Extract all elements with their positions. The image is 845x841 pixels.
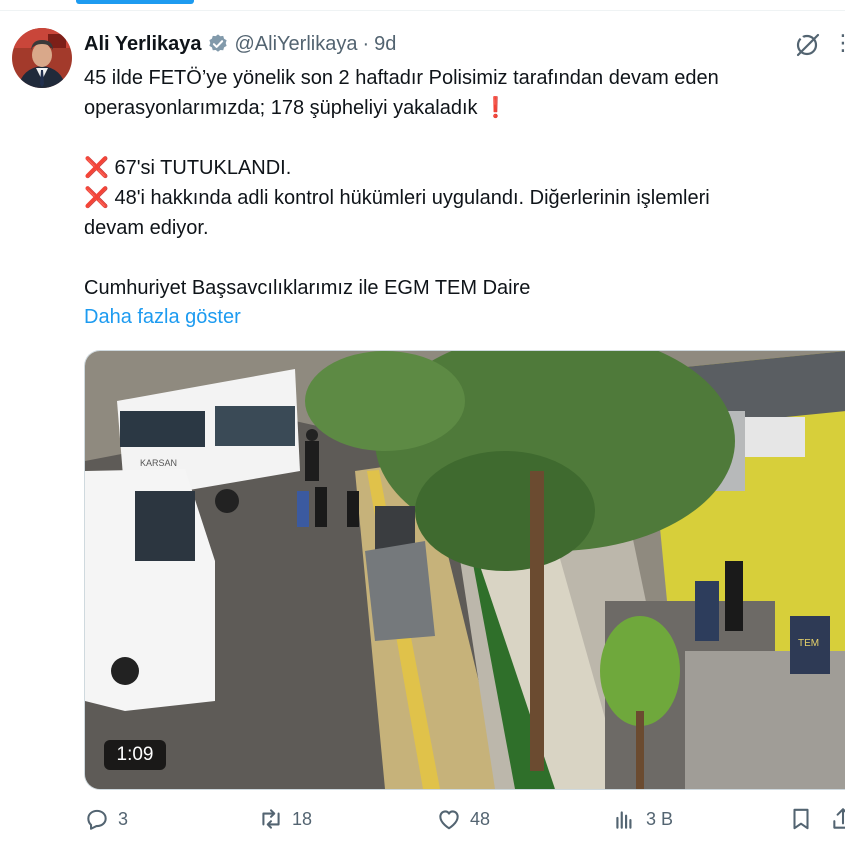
like-count: 48 — [470, 808, 491, 829]
bus-label: KARSAN — [140, 458, 177, 468]
tweet-line: operasyonlarımızda; 178 şüpheliyi yakala… — [84, 97, 509, 119]
more-icon[interactable]: ⋮ — [832, 30, 845, 56]
views-count: 3 B — [646, 808, 674, 829]
vest-label: TEM — [798, 638, 819, 649]
tweet-text: 45 ilde FETÖ’ye yönelik son 2 haftadır P… — [84, 63, 829, 303]
bookmark-button[interactable] — [788, 806, 814, 832]
timeline-tab-bar — [0, 0, 845, 11]
tweet-line: devam ediyor. — [84, 217, 209, 239]
avatar-image — [12, 28, 72, 88]
verified-badge-icon — [208, 34, 227, 52]
active-tab-indicator — [76, 0, 194, 4]
views-icon — [616, 811, 632, 829]
repost-icon — [262, 809, 280, 829]
share-icon — [833, 808, 845, 829]
timestamp[interactable]: 9d — [374, 33, 396, 56]
grok-icon[interactable] — [794, 31, 822, 59]
video-thumbnail: KARSAN TEM — [85, 351, 845, 789]
tweet-line: 45 ilde FETÖ’ye yönelik son 2 haftadır P… — [84, 67, 719, 89]
tweet-line: ❌ 48'i hakkında adli kontrol hükümleri u… — [84, 187, 710, 209]
tweet-header: Ali Yerlikaya @AliYerlikaya · 9d — [84, 31, 396, 57]
share-button[interactable] — [830, 806, 845, 832]
repost-count: 18 — [292, 808, 313, 829]
video-duration: 1:09 — [104, 740, 166, 770]
show-more-link[interactable]: Daha fazla göster — [84, 302, 241, 332]
bookmark-icon — [793, 808, 809, 830]
reply-count: 3 — [118, 808, 129, 829]
author-handle[interactable]: @AliYerlikaya — [235, 33, 358, 56]
tweet-line: ❌ 67'si TUTUKLANDI. — [84, 157, 292, 179]
repost-button[interactable]: 18 — [258, 806, 312, 832]
like-button[interactable]: 48 — [436, 806, 490, 832]
video-player[interactable]: KARSAN TEM — [84, 350, 845, 790]
like-icon — [439, 810, 459, 830]
author-name[interactable]: Ali Yerlikaya — [84, 33, 202, 56]
reply-icon — [87, 809, 107, 830]
reply-button[interactable]: 3 — [84, 806, 128, 832]
action-bar: 3 18 48 3 B — [84, 806, 845, 840]
avatar[interactable] — [12, 28, 72, 88]
views-button[interactable]: 3 B — [612, 806, 673, 832]
separator-dot: · — [362, 32, 370, 55]
tweet-line: Cumhuriyet Başsavcılıklarımız ile EGM TE… — [84, 277, 531, 299]
